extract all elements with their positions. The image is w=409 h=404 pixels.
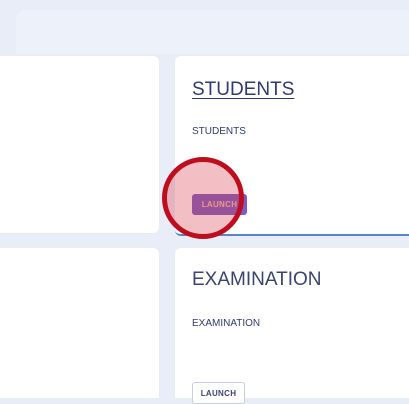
module-card-left-bottom [0,248,159,398]
students-card-title-link[interactable]: STUDENTS [192,79,294,101]
examination-card-title[interactable]: EXAMINATION [192,269,322,291]
students-launch-button[interactable]: LAUNCH [192,194,247,215]
examination-launch-button[interactable]: LAUNCH [192,382,245,404]
module-card-left-top [0,56,159,233]
students-card-description: STUDENTS [192,126,246,137]
examination-card-description: EXAMINATION [192,318,261,329]
module-card-examination: EXAMINATION EXAMINATION LAUNCH [175,248,409,404]
header-bar [16,10,409,54]
module-card-students: STUDENTS STUDENTS LAUNCH [175,56,409,236]
